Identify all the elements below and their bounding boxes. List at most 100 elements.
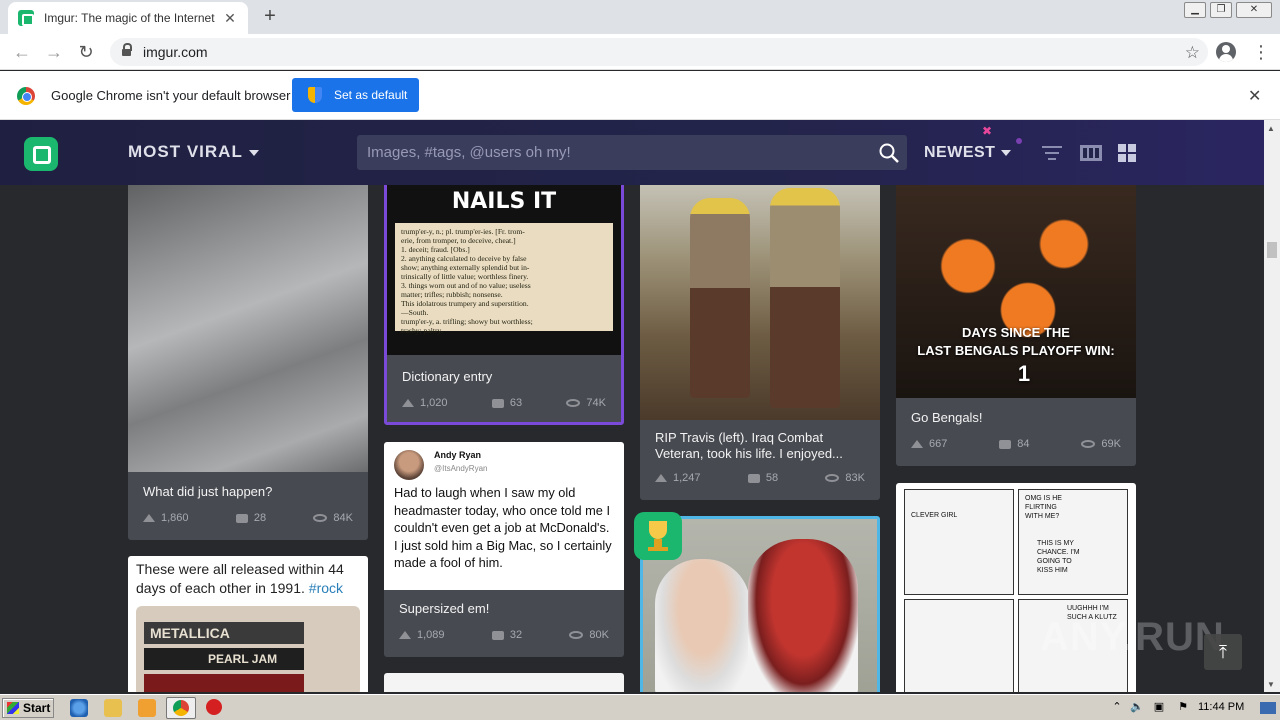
upvote-icon[interactable]: [399, 631, 411, 639]
tweet-text: Had to laugh when I saw my old headmaste…: [394, 485, 612, 570]
show-desktop-icon[interactable]: [1260, 702, 1276, 714]
sort-dropdown[interactable]: NEWEST: [924, 144, 1012, 162]
person-left: [655, 559, 750, 692]
post-card[interactable]: DAYS SINCE THE LAST BENGALS PLAYOFF WIN:…: [896, 178, 1136, 466]
new-tab-button[interactable]: +: [258, 4, 282, 28]
comment-icon: [235, 513, 248, 523]
image-caption: NAILS IT: [451, 189, 557, 214]
post-title: What did just happen?: [143, 484, 273, 499]
person-right: [770, 188, 840, 408]
reload-button[interactable]: ↻: [76, 42, 96, 62]
tab-imgur[interactable]: Imgur: The magic of the Internet ✕: [8, 2, 248, 34]
media-player-icon[interactable]: [138, 699, 156, 717]
infobar-close-icon[interactable]: ✕: [1248, 86, 1261, 106]
dictionary-line: —South.: [401, 308, 429, 317]
image-number: 1: [1017, 361, 1031, 386]
post-card[interactable]: Andy Ryan @ItsAndyRyan Had to laugh when…: [384, 442, 624, 657]
post-card[interactable]: These were all released within 44 days o…: [128, 556, 368, 692]
post-title: Supersized em!: [399, 601, 490, 616]
folder-icon[interactable]: [104, 699, 122, 717]
section-dropdown[interactable]: MOST VIRAL: [128, 142, 259, 162]
infobar-message: Google Chrome isn't your default browser: [51, 88, 291, 103]
ie-icon[interactable]: [70, 699, 88, 717]
dictionary-line: 3. things worn out and of no value; usel…: [401, 281, 531, 290]
comic-line-2: OMG IS HE FLIRTING WITH ME?: [1025, 495, 1062, 520]
upvote-icon[interactable]: [402, 399, 414, 407]
view-count: 69K: [1101, 438, 1121, 450]
cassettes-image: METALLICA PEARL JAM: [136, 606, 360, 692]
sort-label: NEWEST: [924, 144, 996, 161]
dictionary-line: This idolatrous trumpery and superstitio…: [401, 299, 529, 308]
comic-panel-2: OMG IS HE FLIRTING WITH ME? THIS IS MY C…: [1018, 489, 1128, 595]
dictionary-line: erie, from tromper, to deceive, cheat.]: [401, 236, 516, 245]
url-text: imgur.com: [143, 44, 208, 60]
comment-count: 32: [509, 629, 523, 641]
dictionary-line: 2. anything calculated to deceive by fal…: [401, 254, 527, 263]
post-image: NAILS IT trump'er-y, n.; pl. trump'er-ie…: [387, 163, 621, 355]
section-label: MOST VIRAL: [128, 142, 243, 161]
tape-third: [144, 674, 304, 692]
network-icon[interactable]: ▣: [1152, 700, 1166, 714]
comment-count: 28: [253, 512, 267, 524]
post-stats: 667 84 69K: [911, 438, 1121, 450]
bookmark-star-icon[interactable]: ☆: [1185, 43, 1200, 63]
dictionary-line: show; anything externally splendid but i…: [401, 263, 530, 272]
close-window-button[interactable]: ✕: [1236, 2, 1272, 18]
chrome-menu-icon[interactable]: ⋮: [1252, 42, 1270, 62]
dictionary-line: 1. deceit; fraud. [Obs.]: [401, 245, 470, 254]
volume-icon[interactable]: 🔈: [1130, 700, 1144, 714]
image-line1: DAYS SINCE THE: [962, 325, 1070, 340]
post-card[interactable]: RIP Travis (left). Iraq Combat Veteran, …: [640, 178, 880, 500]
post-caption: These were all released within 44 days o…: [136, 560, 362, 598]
post-card[interactable]: What did just happen? 1,860 28 84K: [128, 178, 368, 540]
comment-icon: [491, 398, 504, 408]
start-button[interactable]: Start: [2, 698, 54, 718]
comic-line-3: THIS IS MY CHANCE. I'M GOING TO KISS HIM: [1037, 540, 1080, 574]
upvote-icon[interactable]: [911, 440, 923, 448]
comment-count: 58: [765, 472, 779, 484]
back-button[interactable]: ←: [12, 42, 32, 62]
watermark: ANY.RUN: [1040, 615, 1225, 659]
imgur-logo-icon[interactable]: [24, 137, 58, 171]
search-icon[interactable]: [879, 143, 899, 163]
profile-avatar-icon[interactable]: [1216, 42, 1236, 62]
upvote-icon[interactable]: [143, 514, 155, 522]
view-count: 83K: [845, 472, 865, 484]
tweet-avatar: [394, 450, 424, 480]
scroll-down-icon[interactable]: ▼: [1267, 680, 1275, 689]
tray-arrow-icon[interactable]: ⌃: [1110, 700, 1124, 714]
forward-button[interactable]: →: [44, 42, 64, 62]
view-count: 80K: [589, 629, 609, 641]
caption-tag[interactable]: #rock: [309, 580, 343, 596]
tweet-name: Andy Ryan: [434, 450, 482, 460]
post-card[interactable]: NAILS IT trump'er-y, n.; pl. trump'er-ie…: [384, 160, 624, 425]
chrome-taskbar-button[interactable]: [166, 697, 196, 719]
post-card[interactable]: CLEVER GIRL OMG IS HE FLIRTING WITH ME? …: [896, 483, 1136, 692]
dictionary-line: trump'er-y, n.; pl. trump'er-ies. [Fr. t…: [401, 227, 525, 236]
search-box[interactable]: [357, 135, 907, 170]
post-card[interactable]: [384, 673, 624, 692]
lock-icon: [122, 42, 132, 58]
view-count: 84K: [333, 512, 353, 524]
comic-panel-1: CLEVER GIRL: [904, 489, 1014, 595]
page-scrollbar[interactable]: [1264, 120, 1280, 692]
set-default-button[interactable]: Set as default: [292, 78, 419, 112]
back-to-top-button[interactable]: ⤒: [1204, 634, 1242, 670]
scrollbar-thumb[interactable]: [1267, 242, 1277, 258]
minimize-button[interactable]: ▁: [1184, 2, 1206, 18]
address-bar[interactable]: imgur.com ☆: [110, 38, 1208, 66]
uniform-grid-icon[interactable]: [1080, 145, 1102, 161]
post-image: [128, 178, 368, 472]
filter-icon[interactable]: [1042, 145, 1062, 161]
opera-icon[interactable]: [206, 699, 222, 715]
flag-icon[interactable]: ⚑: [1176, 700, 1190, 714]
waterfall-grid-icon[interactable]: [1118, 144, 1136, 162]
search-input[interactable]: [367, 144, 867, 161]
trophy-badge: [634, 512, 682, 560]
views-icon: [569, 631, 584, 639]
tab-close-icon[interactable]: ✕: [222, 10, 238, 27]
upvote-icon[interactable]: [655, 474, 667, 482]
shield-icon: [308, 87, 322, 103]
maximize-button[interactable]: ❐: [1210, 2, 1232, 18]
scroll-up-icon[interactable]: ▲: [1267, 124, 1275, 133]
